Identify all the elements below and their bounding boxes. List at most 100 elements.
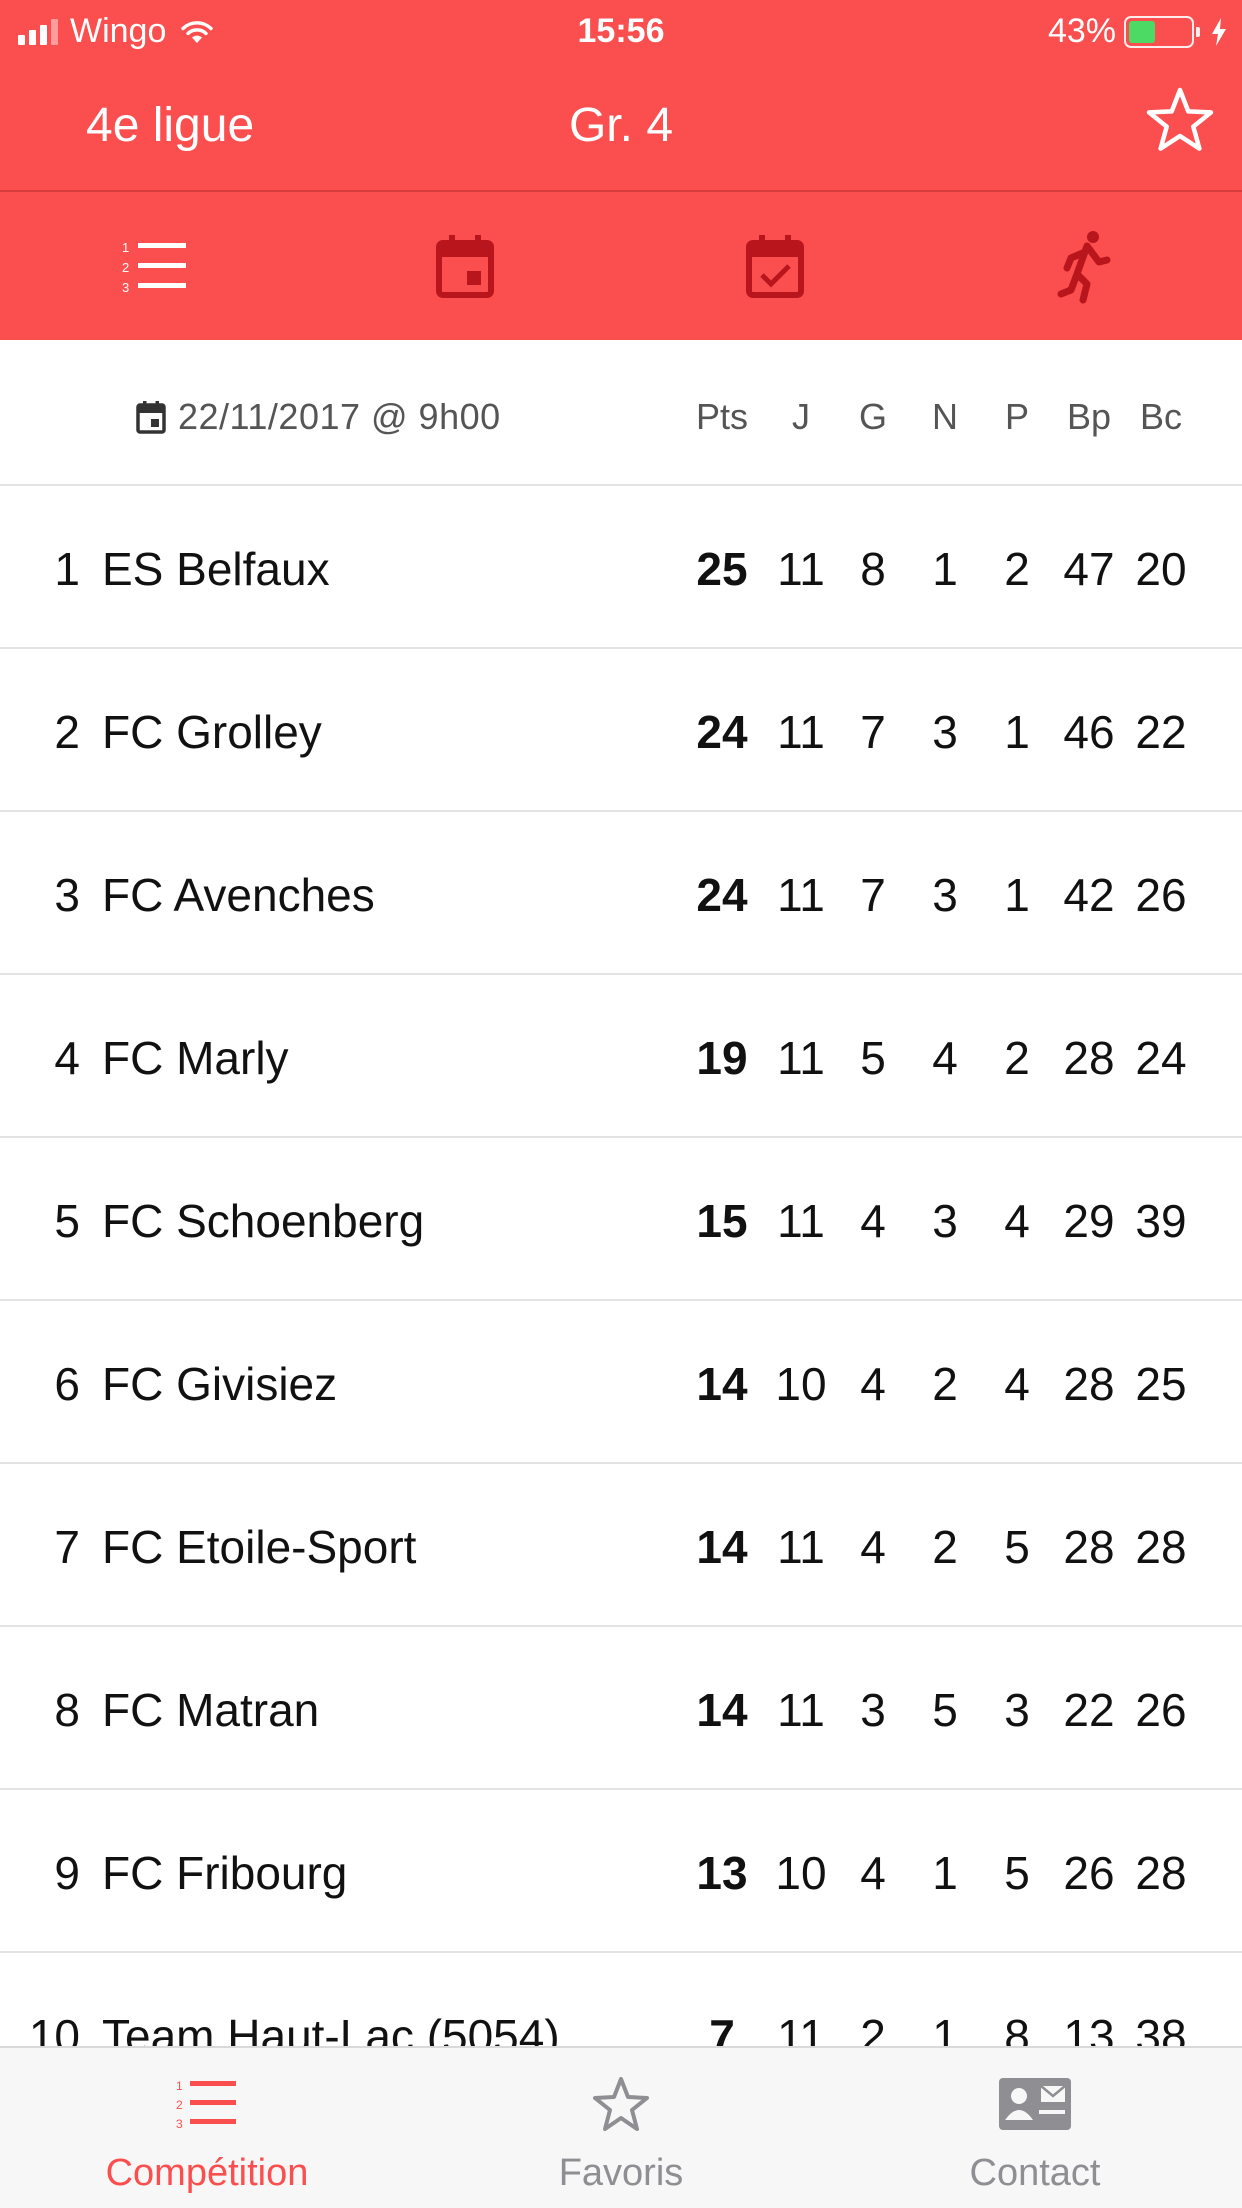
- svg-text:2: 2: [176, 2098, 183, 2112]
- drawn: 3: [932, 869, 958, 921]
- calendar-check-icon: [746, 235, 804, 298]
- table-row[interactable]: 2 FC Grolley 24 11 7 3 1 46 22: [0, 649, 1242, 812]
- col-header-n: N: [932, 396, 958, 437]
- rank: 8: [54, 1684, 80, 1736]
- rank: 3: [54, 869, 80, 921]
- rank: 9: [54, 1847, 80, 1899]
- team-name: FC Avenches: [102, 869, 375, 921]
- table-row[interactable]: 3 FC Avenches 24 11 7 3 1 42 26: [0, 812, 1242, 975]
- favorite-star-icon[interactable]: [1142, 84, 1218, 160]
- rank: 2: [54, 706, 80, 758]
- rank: 6: [54, 1358, 80, 1410]
- played: 11: [777, 543, 825, 595]
- battery-icon: [1124, 15, 1200, 48]
- points: 24: [696, 869, 748, 921]
- tab-favoris-label: Favoris: [558, 2152, 684, 2194]
- svg-text:1: 1: [122, 240, 129, 255]
- drawn: 1: [932, 2010, 958, 2046]
- team-name: FC Marly: [102, 1032, 289, 1084]
- lost: 3: [1004, 1684, 1030, 1736]
- won: 7: [860, 869, 886, 921]
- col-header-j: J: [792, 396, 810, 437]
- tab-results[interactable]: [620, 192, 930, 340]
- lost: 1: [1004, 869, 1030, 921]
- col-header-bp: Bp: [1066, 396, 1112, 437]
- goals-against: 25: [1135, 1358, 1187, 1410]
- table-row[interactable]: 8 FC Matran 14 11 3 5 3 22 26: [0, 1627, 1242, 1790]
- table-row[interactable]: 5 FC Schoenberg 15 11 4 3 4 29 39: [0, 1138, 1242, 1301]
- table-row[interactable]: 10 Team Haut-Lac (5054) 7 11 2 1 8 13 38: [0, 1953, 1242, 2046]
- played: 10: [775, 1358, 827, 1410]
- won: 4: [860, 1847, 886, 1899]
- section-tabs: 1 2 3: [0, 192, 1242, 340]
- bottom-tab-bar: 1 2 3 Compétition Favoris Contact: [0, 2046, 1242, 2208]
- tab-contact[interactable]: Contact: [828, 2048, 1242, 2208]
- col-header-p: P: [1004, 396, 1029, 437]
- goals-for: 13: [1063, 2010, 1115, 2046]
- drawn: 1: [932, 543, 958, 595]
- tab-players[interactable]: [930, 192, 1240, 340]
- lost: 2: [1004, 1032, 1030, 1084]
- nav-bar: 4e ligue Gr. 4: [0, 62, 1242, 190]
- battery-percent: 43%: [1047, 12, 1116, 50]
- runner-icon: [1057, 231, 1111, 304]
- goals-against: 26: [1135, 1684, 1187, 1736]
- rank: 1: [54, 543, 80, 595]
- table-row[interactable]: 7 FC Etoile-Sport 14 11 4 2 5 28 28: [0, 1464, 1242, 1627]
- team-name: FC Schoenberg: [102, 1195, 425, 1247]
- played: 11: [777, 2010, 825, 2046]
- svg-text:2: 2: [122, 260, 129, 275]
- drawn: 5: [932, 1684, 958, 1736]
- lost: 4: [1004, 1358, 1030, 1410]
- tab-fixtures[interactable]: [310, 192, 620, 340]
- rank: 7: [54, 1521, 80, 1573]
- star-icon: [593, 2077, 649, 2131]
- standings-date: 22/11/2017 @ 9h00: [136, 396, 501, 438]
- page-title: Gr. 4: [568, 99, 674, 152]
- points: 24: [696, 706, 748, 758]
- col-header-pts: Pts: [695, 396, 748, 437]
- table-row[interactable]: 9 FC Fribourg 13 10 4 1 5 26 28: [0, 1790, 1242, 1953]
- tab-competition[interactable]: 1 2 3 Compétition: [0, 2048, 414, 2208]
- won: 7: [860, 706, 886, 758]
- table-row[interactable]: 4 FC Marly 19 11 5 4 2 28 24: [0, 975, 1242, 1138]
- team-name: FC Fribourg: [102, 1847, 348, 1899]
- lost: 5: [1004, 1521, 1030, 1573]
- won: 4: [860, 1358, 886, 1410]
- won: 4: [860, 1195, 886, 1247]
- won: 2: [860, 2010, 886, 2046]
- date-text: 22/11/2017 @ 9h00: [178, 396, 501, 437]
- goals-for: 29: [1063, 1195, 1115, 1247]
- played: 11: [777, 1032, 825, 1084]
- tab-contact-label: Contact: [969, 2152, 1101, 2194]
- table-row[interactable]: 1 ES Belfaux 25 11 8 1 2 47 20: [0, 486, 1242, 649]
- team-name: FC Givisiez: [102, 1358, 338, 1410]
- played: 10: [775, 1847, 827, 1899]
- table-row[interactable]: 6 FC Givisiez 14 10 4 2 4 28 25: [0, 1301, 1242, 1464]
- drawn: 3: [932, 1195, 958, 1247]
- col-header-bc: Bc: [1139, 396, 1182, 437]
- svg-text:1: 1: [176, 2079, 183, 2093]
- goals-for: 28: [1063, 1358, 1115, 1410]
- drawn: 3: [932, 706, 958, 758]
- points: 25: [696, 543, 748, 595]
- tab-standings[interactable]: 1 2 3: [0, 192, 310, 340]
- won: 4: [860, 1521, 886, 1573]
- points: 15: [696, 1195, 748, 1247]
- app-header: Wingo 15:56 43% 4e ligue Gr. 4 1 2 3: [0, 0, 1242, 340]
- svg-text:3: 3: [176, 2117, 183, 2131]
- tab-favoris[interactable]: Favoris: [414, 2048, 828, 2208]
- goals-against: 28: [1135, 1521, 1187, 1573]
- drawn: 2: [932, 1521, 958, 1573]
- standings-list-icon: 1 2 3: [122, 240, 186, 295]
- standings-header: 22/11/2017 @ 9h00 Pts J G N P Bp Bc: [0, 340, 1242, 486]
- points: 14: [696, 1521, 748, 1573]
- goals-for: 47: [1063, 543, 1115, 595]
- goals-against: 24: [1135, 1032, 1187, 1084]
- points: 19: [696, 1032, 748, 1084]
- goals-against: 22: [1135, 706, 1187, 758]
- list-icon: 1 2 3: [176, 2079, 236, 2131]
- played: 11: [777, 869, 825, 921]
- calendar-event-icon: [436, 235, 494, 298]
- points: 7: [709, 2010, 735, 2046]
